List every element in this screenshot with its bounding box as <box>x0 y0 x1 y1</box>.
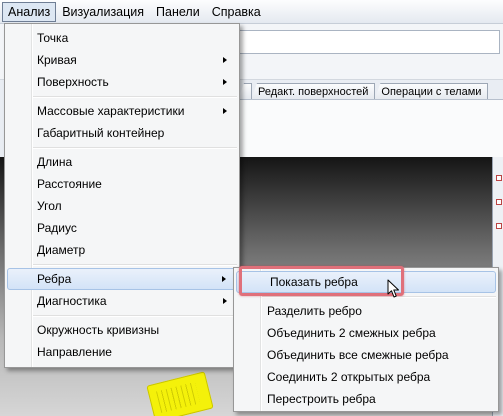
menu-item-label: Поверхность <box>37 75 109 89</box>
menu-item-length[interactable]: Длина <box>5 151 239 173</box>
menu-item-label: Разделить ребро <box>267 304 362 318</box>
menu-item-label: Направление <box>37 345 112 359</box>
menu-item-label: Диаметр <box>37 243 86 257</box>
highlight-frame <box>239 266 404 296</box>
menu-item-label: Габаритный контейнер <box>37 126 165 140</box>
menu-item-merge-two-edges[interactable]: Объединить 2 смежных ребра <box>234 322 498 344</box>
menu-item-diameter[interactable]: Диаметр <box>5 239 239 261</box>
menu-item-label: Точка <box>37 31 69 45</box>
menu-item-edges[interactable]: Ребра <box>7 268 237 290</box>
menu-item-label: Радиус <box>37 221 77 235</box>
menu-item-angle[interactable]: Угол <box>5 195 239 217</box>
menu-item-point[interactable]: Точка <box>5 27 239 49</box>
menu-item-label: Окружность кривизны <box>37 323 160 337</box>
checkbox-icon[interactable] <box>496 199 502 205</box>
tab-placeholder[interactable] <box>238 83 252 100</box>
menu-item-label: Объединить все смежные ребра <box>267 348 449 362</box>
menu-item-label: Соединить 2 открытых ребра <box>267 370 431 384</box>
menu-item-curvature-circle[interactable]: Окружность кривизны <box>5 319 239 341</box>
tab-solid-operations[interactable]: Операции с телами <box>374 83 489 100</box>
menu-item-merge-all-edges[interactable]: Объединить все смежные ребра <box>234 344 498 366</box>
checkbox-icon[interactable] <box>496 175 502 181</box>
checkbox-icon[interactable] <box>496 223 502 229</box>
menu-item-diagnostics[interactable]: Диагностика <box>5 290 239 312</box>
submenu-arrow-icon <box>223 57 227 63</box>
toolbar-tabs: Редакт. поверхностей Операции с телами <box>238 82 503 100</box>
mouse-cursor-icon <box>387 279 399 298</box>
menu-item-label: Кривая <box>37 53 77 67</box>
analysis-menu: Точка Кривая Поверхность Массовые характ… <box>4 23 240 368</box>
menu-item-label: Расстояние <box>37 177 102 191</box>
submenu-arrow-icon <box>223 298 227 304</box>
menu-separator <box>5 93 239 100</box>
menu-item-mass-properties[interactable]: Массовые характеристики <box>5 100 239 122</box>
command-field[interactable] <box>238 30 500 54</box>
menu-separator <box>5 312 239 319</box>
menu-item-label: Ребра <box>37 272 72 286</box>
tab-panel <box>238 99 503 157</box>
menu-separator <box>5 144 239 151</box>
menu-item-label: Угол <box>37 199 62 213</box>
submenu-arrow-icon <box>223 108 227 114</box>
menu-item-curve[interactable]: Кривая <box>5 49 239 71</box>
menu-item-direction[interactable]: Направление <box>5 341 239 363</box>
submenu-arrow-icon <box>222 276 226 282</box>
menu-analysis[interactable]: Анализ <box>2 1 57 22</box>
menu-item-rebuild-edges[interactable]: Перестроить ребра <box>234 388 498 410</box>
menu-item-label: Перестроить ребра <box>267 392 376 406</box>
menu-help[interactable]: Справка <box>206 2 267 22</box>
menu-item-label: Объединить 2 смежных ребра <box>267 326 436 340</box>
menu-separator <box>5 261 239 268</box>
menu-item-distance[interactable]: Расстояние <box>5 173 239 195</box>
menu-panels[interactable]: Панели <box>150 2 206 22</box>
submenu-arrow-icon <box>223 79 227 85</box>
menu-item-radius[interactable]: Радиус <box>5 217 239 239</box>
menu-item-bounding-box[interactable]: Габаритный контейнер <box>5 122 239 144</box>
menu-item-label: Массовые характеристики <box>37 104 185 118</box>
menu-item-split-edge[interactable]: Разделить ребро <box>234 300 498 322</box>
menu-item-label: Диагностика <box>37 294 107 308</box>
menu-bar: Анализ Визуализация Панели Справка <box>0 0 503 24</box>
menu-item-join-open-edges[interactable]: Соединить 2 открытых ребра <box>234 366 498 388</box>
tab-surface-edit[interactable]: Редакт. поверхностей <box>251 83 376 100</box>
menu-item-label: Длина <box>37 155 73 169</box>
menu-item-surface[interactable]: Поверхность <box>5 71 239 93</box>
menu-visualization[interactable]: Визуализация <box>56 2 150 22</box>
